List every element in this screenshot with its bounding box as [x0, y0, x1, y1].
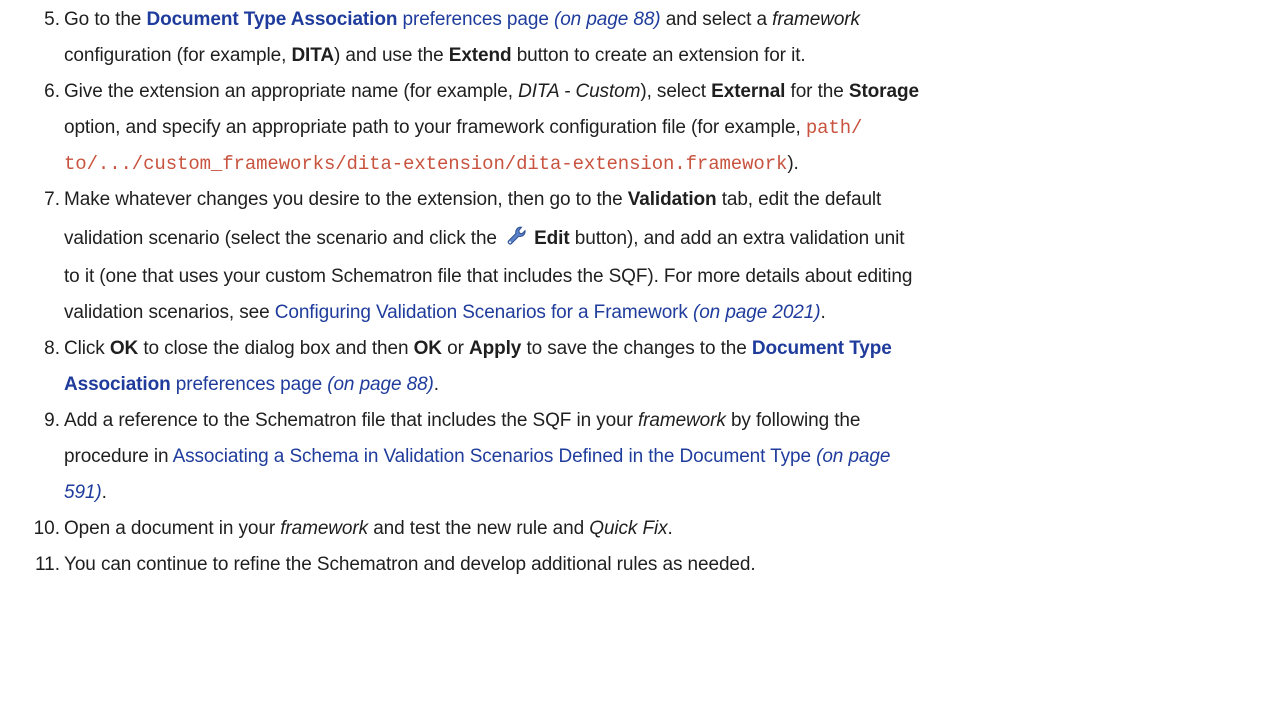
step-text-line: validation scenario (select the scenario…	[64, 218, 1252, 259]
inline-link[interactable]: preferences page	[397, 9, 549, 30]
inline-link[interactable]: Document Type Association	[146, 9, 397, 30]
step-text-line: option, and specify an appropriate path …	[64, 110, 1252, 146]
text-run: Extend	[448, 45, 512, 66]
text-run: procedure in	[64, 446, 173, 467]
inline-link[interactable]: Associating a Schema in Validation Scena…	[173, 446, 811, 467]
text-run: Storage	[848, 81, 919, 102]
text-run: OK	[413, 338, 442, 359]
inline-link[interactable]: (on page	[811, 446, 890, 467]
step-9: 9. Add a reference to the Schematron file…	[0, 403, 1264, 511]
text-run: for the	[785, 81, 849, 102]
step-text-line: Add a reference to the Schematron file t…	[64, 403, 1252, 439]
step-text-line: 591).	[64, 475, 1252, 511]
procedure-steps-list: 5. Go to the Document Type Association pr…	[0, 0, 1264, 583]
text-run: ), select	[640, 81, 712, 102]
text-run: Click	[64, 338, 110, 359]
text-run: Quick Fix	[589, 518, 668, 539]
step-10: 10. Open a document in your framework and…	[0, 511, 1264, 547]
inline-link[interactable]: (on page 88)	[322, 374, 434, 395]
wrench-icon	[506, 221, 528, 245]
text-run: ) and use the	[333, 45, 449, 66]
text-run: Give the extension an appropriate name (…	[64, 81, 519, 102]
inline-link[interactable]: (on page 2021)	[688, 302, 821, 323]
step-text-line: Association preferences page (on page 88…	[64, 367, 1252, 403]
text-run: and test the new rule and	[368, 518, 590, 539]
text-run: option, and specify an appropriate path …	[64, 117, 806, 138]
text-run: DITA	[291, 45, 334, 66]
text-run: button), and add an extra validation uni…	[569, 228, 905, 249]
step-text-line: configuration (for example, DITA) and us…	[64, 38, 1252, 74]
text-run: framework	[280, 518, 369, 539]
text-run: .	[101, 482, 107, 503]
text-run: Validation	[627, 189, 717, 210]
text-run: configuration (for example,	[64, 45, 292, 66]
text-run: framework	[637, 410, 726, 431]
inline-link[interactable]: Association	[64, 374, 171, 395]
step-number: 6.	[44, 81, 60, 102]
text-run: Make whatever changes you desire to the …	[64, 189, 628, 210]
step-11: 11. You can continue to refine the Schema…	[0, 547, 1264, 583]
step-number: 5.	[44, 9, 60, 30]
step-text-line: to it (one that uses your custom Schemat…	[64, 259, 1252, 295]
text-run: to save the changes to the	[521, 338, 752, 359]
inline-link[interactable]: (on page 88)	[549, 9, 661, 30]
step-text-line: procedure in Associating a Schema in Val…	[64, 439, 1252, 475]
text-run: .	[433, 374, 439, 395]
step-6: 6. Give the extension an appropriate name…	[0, 74, 1264, 182]
text-run: button to create an extension for it.	[511, 45, 806, 66]
text-run: You can continue to refine the Schematro…	[64, 554, 756, 575]
step-text-line: Click OK to close the dialog box and the…	[64, 331, 1252, 367]
step-text-line: You can continue to refine the Schematro…	[64, 547, 1252, 583]
step-number: 9.	[44, 410, 60, 431]
inline-link[interactable]: Configuring Validation Scenarios for a F…	[275, 302, 688, 323]
text-run: to close the dialog box and then	[138, 338, 414, 359]
step-number: 7.	[44, 189, 60, 210]
text-run: validation scenario (select the scenario…	[64, 228, 503, 249]
code-path: path/	[805, 117, 863, 139]
text-run: framework	[772, 9, 860, 30]
step-text-line: to/.../custom_frameworks/dita-extension/…	[64, 146, 1252, 182]
step-text-line: Make whatever changes you desire to the …	[64, 182, 1252, 218]
text-run: .	[667, 518, 673, 539]
inline-link[interactable]: 591)	[64, 482, 102, 503]
text-run: Go to the	[64, 9, 147, 30]
step-8: 8. Click OK to close the dialog box and t…	[0, 331, 1264, 403]
step-text-line: Open a document in your framework and te…	[64, 511, 1252, 547]
step-text-line: Give the extension an appropriate name (…	[64, 74, 1252, 110]
text-run: by following the	[725, 410, 861, 431]
step-text-line: validation scenarios, see Configuring Va…	[64, 295, 1252, 331]
text-run: to it (one that uses your custom Schemat…	[64, 266, 913, 287]
text-run: or	[441, 338, 469, 359]
text-run: validation scenarios, see	[64, 302, 275, 323]
code-path: to/.../custom_frameworks/dita-extension/…	[64, 153, 788, 175]
text-run: .	[820, 302, 826, 323]
step-text-line: Go to the Document Type Association pref…	[64, 2, 1252, 38]
inline-link[interactable]: preferences page	[171, 374, 322, 395]
step-7: 7. Make whatever changes you desire to th…	[0, 182, 1264, 331]
text-run: Apply	[469, 338, 522, 359]
text-run: Open a document in your	[64, 518, 281, 539]
inline-link[interactable]: Document Type	[752, 338, 892, 359]
text-run: Edit	[534, 228, 570, 249]
text-run: OK	[109, 338, 139, 359]
text-run: ).	[787, 153, 799, 174]
step-number: 8.	[44, 338, 60, 359]
text-run: External	[711, 81, 786, 102]
step-number: 11.	[34, 554, 60, 575]
text-run: tab, edit the default	[716, 189, 882, 210]
step-5: 5. Go to the Document Type Association pr…	[0, 2, 1264, 74]
step-number: 10.	[33, 518, 60, 539]
text-run: and select a	[660, 9, 773, 30]
text-run: Add a reference to the Schematron file t…	[64, 410, 638, 431]
text-run: DITA - Custom	[518, 81, 641, 102]
